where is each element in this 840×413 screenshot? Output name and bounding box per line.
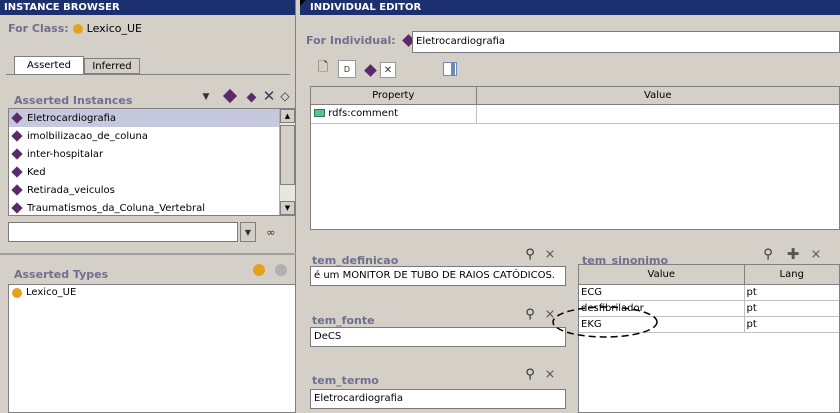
find-termo-icon[interactable]: ⚲ [522, 366, 538, 382]
property-value[interactable] [476, 104, 839, 124]
edit-instance-icon[interactable]: ◇ [278, 88, 292, 104]
instance-browser-title: INSTANCE BROWSER [0, 0, 295, 15]
property-table: Property Value rdfs:comment [310, 86, 840, 230]
list-scrollbar[interactable]: ▲ ▼ [279, 109, 295, 215]
tab-asserted[interactable]: Asserted [14, 56, 84, 74]
list-item[interactable]: imolbilizacao_de_coluna [9, 127, 279, 145]
table-row[interactable]: ECG pt [579, 284, 839, 301]
datatype-property-icon [314, 109, 325, 117]
list-item-label: Retirada_veiculos [27, 184, 115, 196]
find-fonte-icon[interactable]: ⚲ [522, 306, 538, 322]
delete-definicao-icon[interactable]: ⨯ [542, 246, 558, 262]
for-class-row: For Class: Lexico_UE [8, 22, 142, 35]
add-property-icon[interactable]: 🗋 [314, 60, 332, 78]
tem-termo-field[interactable]: Eletrocardiografia [310, 389, 566, 409]
type-item-label: Lexico_UE [26, 287, 77, 298]
sinonimo-value-cell[interactable]: ECG [579, 284, 745, 301]
panel-corner-marker [300, 0, 306, 6]
sinonimo-lang-cell[interactable]: pt [744, 316, 839, 333]
tem-fonte-label: tem_fonte [312, 314, 375, 327]
asserted-instances-label: Asserted Instances [14, 94, 133, 107]
add-instance-property-icon[interactable] [362, 62, 378, 78]
for-class-value: Lexico_UE [86, 22, 142, 35]
remove-property-icon[interactable]: ✕ [380, 62, 396, 78]
find-definicao-icon[interactable]: ⚲ [522, 246, 538, 262]
for-class-label: For Class: [8, 22, 69, 35]
property-name: rdfs:comment [328, 108, 399, 119]
tem-termo-label: tem_termo [312, 374, 379, 387]
instance-rows: Eletrocardiografia imolbilizacao_de_colun… [9, 109, 279, 215]
instance-list: Eletrocardiografia imolbilizacao_de_colun… [8, 108, 296, 216]
remove-type-icon[interactable] [272, 262, 290, 278]
section-divider [0, 253, 296, 255]
add-type-icon[interactable] [250, 262, 268, 278]
sinonimo-value-header[interactable]: Value [579, 265, 745, 285]
list-item[interactable]: Eletrocardiografia [9, 109, 279, 127]
list-item-label: imolbilizacao_de_coluna [27, 130, 148, 142]
tab-inferred[interactable]: Inferred [84, 58, 140, 74]
list-item-label: Ked [27, 166, 46, 178]
asserted-types-label: Asserted Types [14, 268, 109, 281]
dropdown-arrow-icon[interactable]: ▼ [200, 90, 212, 104]
list-item-label: Traumatismos_da_Coluna_Vertebral [27, 202, 205, 214]
add-datatype-property-icon[interactable]: D [338, 60, 356, 78]
sinonimo-lang-header[interactable]: Lang [744, 265, 839, 285]
class-icon [12, 287, 22, 298]
delete-sinonimo-icon[interactable]: ⨯ [808, 246, 824, 262]
class-icon [72, 23, 83, 34]
property-column-header[interactable]: Property [311, 87, 477, 105]
instance-icon [11, 202, 23, 214]
view-panel-icon[interactable] [443, 62, 457, 76]
instance-icon [11, 112, 23, 124]
delete-termo-icon[interactable]: ⨯ [542, 366, 558, 382]
individual-editor-title: INDIVIDUAL EDITOR [300, 0, 840, 15]
individual-editor-panel: INDIVIDUAL EDITOR For Individual: Eletro… [300, 0, 840, 413]
list-item[interactable]: Traumatismos_da_Coluna_Vertebral [9, 199, 279, 215]
for-individual-row: For Individual: [306, 34, 417, 47]
instance-icon [11, 184, 23, 196]
list-item[interactable]: Retirada_veiculos [9, 181, 279, 199]
reference-instance-icon[interactable] [244, 90, 258, 104]
asserted-types-list: Lexico_UE [8, 284, 296, 413]
highlight-ellipse-annotation [552, 306, 658, 338]
search-dropdown-button[interactable]: ▼ [240, 222, 256, 242]
find-binoculars-icon[interactable]: ∞ [262, 224, 280, 240]
for-individual-field[interactable]: Eletrocardiografia [412, 31, 840, 53]
instance-icon [11, 166, 23, 178]
instance-icon [11, 148, 23, 160]
value-column-header[interactable]: Value [476, 87, 839, 105]
sinonimo-lang-cell[interactable]: pt [744, 284, 839, 301]
scroll-up-arrow-icon[interactable]: ▲ [280, 109, 295, 123]
instance-search-input[interactable] [8, 222, 238, 242]
add-sinonimo-icon[interactable]: ✚ [784, 245, 802, 263]
instance-icon [11, 130, 23, 142]
scroll-down-arrow-icon[interactable]: ▼ [280, 201, 295, 215]
tab-divider [6, 74, 290, 75]
tem-fonte-field[interactable]: DeCS [310, 327, 566, 347]
list-item[interactable]: Ked [9, 163, 279, 181]
for-individual-label: For Individual: [306, 34, 396, 47]
delete-instance-icon[interactable]: ✕ [261, 87, 277, 105]
find-sinonimo-icon[interactable]: ⚲ [760, 246, 776, 262]
instance-browser-panel: INSTANCE BROWSER For Class: Lexico_UE As… [0, 0, 296, 413]
list-item-label: Eletrocardiografia [27, 112, 116, 124]
list-item-label: inter-hospitalar [27, 148, 104, 160]
sinonimo-lang-cell[interactable]: pt [744, 300, 839, 317]
type-item[interactable]: Lexico_UE [9, 285, 295, 300]
table-row[interactable]: rdfs:comment [311, 104, 839, 124]
scroll-thumb[interactable] [280, 125, 295, 185]
tem-definicao-field[interactable]: é um MONITOR DE TUBO DE RAIOS CATÓDICOS. [310, 266, 566, 286]
create-instance-icon[interactable] [222, 88, 238, 104]
list-item[interactable]: inter-hospitalar [9, 145, 279, 163]
